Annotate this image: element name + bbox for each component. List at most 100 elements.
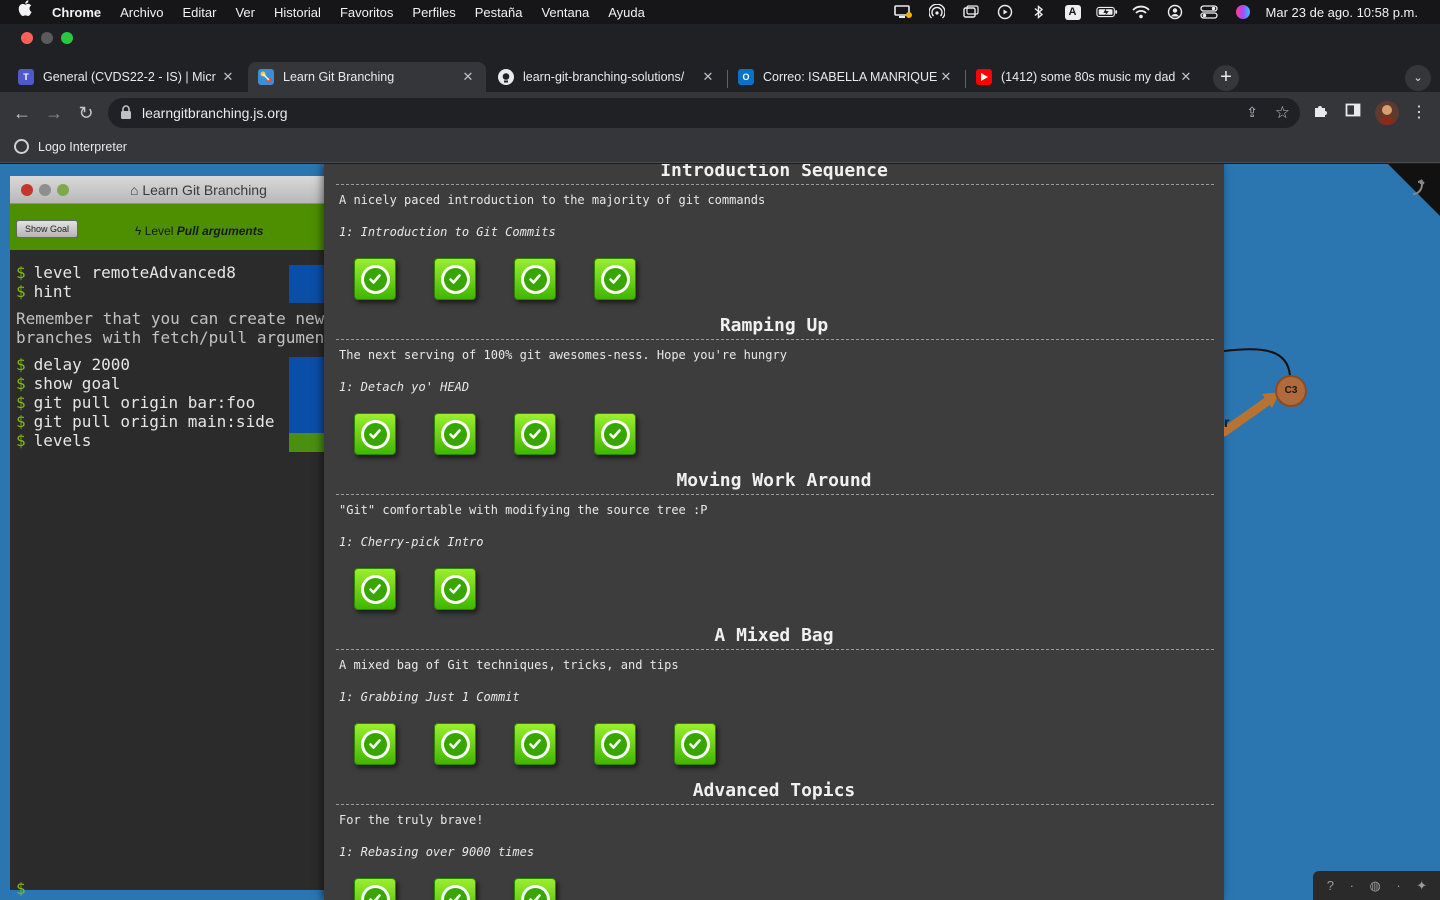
tab-youtube[interactable]: (1412) some 80s music my dad ✕ bbox=[966, 62, 1204, 92]
globe-icon[interactable]: ◍ bbox=[1369, 878, 1380, 894]
tab-github[interactable]: learn-git-branching-solutions/ ✕ bbox=[488, 62, 726, 92]
side-panel-icon[interactable] bbox=[1342, 102, 1364, 124]
close-tab-icon[interactable]: ✕ bbox=[460, 69, 476, 85]
sequence-title: A Mixed Bag bbox=[714, 625, 834, 646]
terminal-line: $ hint bbox=[16, 282, 330, 301]
url-text[interactable]: learngitbranching.js.org bbox=[142, 105, 288, 121]
terminal-maximize-button[interactable] bbox=[57, 184, 69, 196]
level-complete-icon[interactable] bbox=[594, 413, 636, 455]
stage-manager-icon[interactable] bbox=[960, 4, 982, 20]
wifi-icon[interactable] bbox=[1130, 4, 1152, 20]
apple-menu-icon[interactable] bbox=[18, 0, 36, 24]
close-tab-icon[interactable]: ✕ bbox=[700, 69, 716, 85]
level-icons bbox=[354, 413, 674, 455]
sequence-first-level: 1: Rebasing over 9000 times bbox=[339, 845, 535, 859]
tab-outlook[interactable]: O Correo: ISABELLA MANRIQUE ✕ bbox=[728, 62, 964, 92]
command-text: levels bbox=[33, 431, 92, 450]
minimize-window-button[interactable] bbox=[41, 32, 53, 44]
menu-chrome[interactable]: Chrome bbox=[52, 5, 101, 20]
level-complete-icon[interactable] bbox=[674, 723, 716, 765]
menu-ver[interactable]: Ver bbox=[235, 5, 255, 20]
show-goal-button[interactable]: Show Goal bbox=[16, 220, 78, 238]
sequence-title: Introduction Sequence bbox=[660, 164, 888, 181]
level-complete-icon[interactable] bbox=[434, 878, 476, 900]
terminal-title-text: Learn Git Branching bbox=[142, 182, 267, 198]
level-complete-icon[interactable] bbox=[434, 723, 476, 765]
display-icon[interactable] bbox=[892, 4, 914, 20]
close-tab-icon[interactable]: ✕ bbox=[938, 69, 954, 85]
level-complete-icon[interactable] bbox=[434, 258, 476, 300]
share-icon[interactable]: ⇪ bbox=[1246, 104, 1258, 121]
level-complete-icon[interactable] bbox=[354, 723, 396, 765]
level-complete-icon[interactable] bbox=[434, 568, 476, 610]
branch-label-fragment[interactable]: r bbox=[1224, 414, 1229, 430]
menu-historial[interactable]: Historial bbox=[274, 5, 321, 20]
level-complete-icon[interactable] bbox=[594, 723, 636, 765]
new-tab-button[interactable]: + bbox=[1213, 65, 1239, 91]
chrome-menu-icon[interactable]: ⋮ bbox=[1408, 102, 1430, 124]
level-complete-icon[interactable] bbox=[354, 568, 396, 610]
menu-pestana[interactable]: Pestaña bbox=[475, 5, 523, 20]
level-complete-icon[interactable] bbox=[354, 258, 396, 300]
control-center-icon[interactable] bbox=[1198, 4, 1220, 20]
bookmark-star-icon[interactable]: ☆ bbox=[1275, 103, 1290, 123]
menu-editar[interactable]: Editar bbox=[182, 5, 216, 20]
lightning-icon: ϟ bbox=[135, 224, 142, 238]
menu-ventana[interactable]: Ventana bbox=[541, 5, 589, 20]
level-complete-icon[interactable] bbox=[354, 413, 396, 455]
siri-icon[interactable] bbox=[1232, 4, 1254, 20]
terminal-history: $ level remoteAdvanced8 $ hint Remember th… bbox=[16, 263, 330, 450]
airdrop-icon[interactable] bbox=[926, 4, 948, 20]
profile-avatar[interactable] bbox=[1375, 101, 1399, 125]
battery-icon[interactable] bbox=[1095, 4, 1118, 20]
user-account-icon[interactable] bbox=[1164, 4, 1186, 20]
level-select-dialog: Introduction Sequence A nicely paced int… bbox=[324, 164, 1224, 900]
sequence-advanced-topics: Advanced Topics For the truly brave! 1: … bbox=[324, 780, 1224, 900]
sequence-first-level: 1: Cherry-pick Intro bbox=[339, 535, 484, 549]
close-tab-icon[interactable]: ✕ bbox=[220, 69, 236, 85]
terminal-line: $ delay 2000 bbox=[16, 355, 330, 374]
level-complete-icon[interactable] bbox=[514, 413, 556, 455]
twitter-corner-icon[interactable] bbox=[1388, 164, 1440, 216]
now-playing-icon[interactable] bbox=[994, 4, 1016, 20]
lock-icon[interactable] bbox=[120, 105, 132, 119]
command-input[interactable]: $ bbox=[16, 879, 26, 898]
menu-ayuda[interactable]: Ayuda bbox=[608, 5, 645, 20]
extensions-icon[interactable] bbox=[1310, 102, 1332, 124]
level-complete-icon[interactable] bbox=[434, 413, 476, 455]
fullscreen-window-button[interactable] bbox=[61, 32, 73, 44]
level-complete-icon[interactable] bbox=[354, 878, 396, 900]
git-graph-area: C3 r ? · ◍ · ✦ bbox=[1219, 164, 1440, 900]
terminal-minimize-button[interactable] bbox=[39, 184, 51, 196]
commit-node[interactable]: C3 bbox=[1275, 375, 1307, 407]
tab-search-button[interactable]: ⌄ bbox=[1405, 65, 1431, 91]
git-graph bbox=[1219, 348, 1291, 437]
menu-favoritos[interactable]: Favoritos bbox=[340, 5, 393, 20]
sequence-description: For the truly brave! bbox=[339, 813, 484, 827]
twitter-icon[interactable]: ✦ bbox=[1416, 878, 1427, 894]
sequence-first-level: 1: Grabbing Just 1 Commit bbox=[339, 690, 520, 704]
prompt-symbol: $ bbox=[16, 355, 26, 374]
close-window-button[interactable] bbox=[21, 32, 33, 44]
level-complete-icon[interactable] bbox=[594, 258, 636, 300]
tab-learn-git-branching[interactable]: Learn Git Branching ✕ bbox=[248, 62, 486, 92]
forward-button[interactable]: → bbox=[42, 101, 66, 125]
bookmark-label: Logo Interpreter bbox=[38, 139, 127, 154]
help-icon[interactable]: ? bbox=[1327, 878, 1334, 893]
input-source-icon[interactable]: A bbox=[1062, 4, 1084, 20]
menu-bar-clock[interactable]: Mar 23 de ago. 10:58 p.m. bbox=[1266, 5, 1418, 20]
back-button[interactable]: ← bbox=[10, 101, 34, 125]
reload-button[interactable]: ↻ bbox=[74, 101, 98, 125]
terminal-close-button[interactable] bbox=[21, 184, 33, 196]
bookmark-logo-interpreter[interactable]: Logo Interpreter bbox=[14, 139, 127, 154]
level-complete-icon[interactable] bbox=[514, 723, 556, 765]
tab-teams[interactable]: T General (CVDS22-2 - IS) | Micr ✕ bbox=[8, 62, 246, 92]
menu-archivo[interactable]: Archivo bbox=[120, 5, 163, 20]
address-bar[interactable]: learngitbranching.js.org ⇪ ☆ bbox=[108, 98, 1300, 128]
teams-icon: T bbox=[18, 69, 34, 85]
level-complete-icon[interactable] bbox=[514, 258, 556, 300]
menu-perfiles[interactable]: Perfiles bbox=[412, 5, 455, 20]
bluetooth-icon[interactable] bbox=[1028, 4, 1050, 20]
level-complete-icon[interactable] bbox=[514, 878, 556, 900]
close-tab-icon[interactable]: ✕ bbox=[1178, 69, 1194, 85]
